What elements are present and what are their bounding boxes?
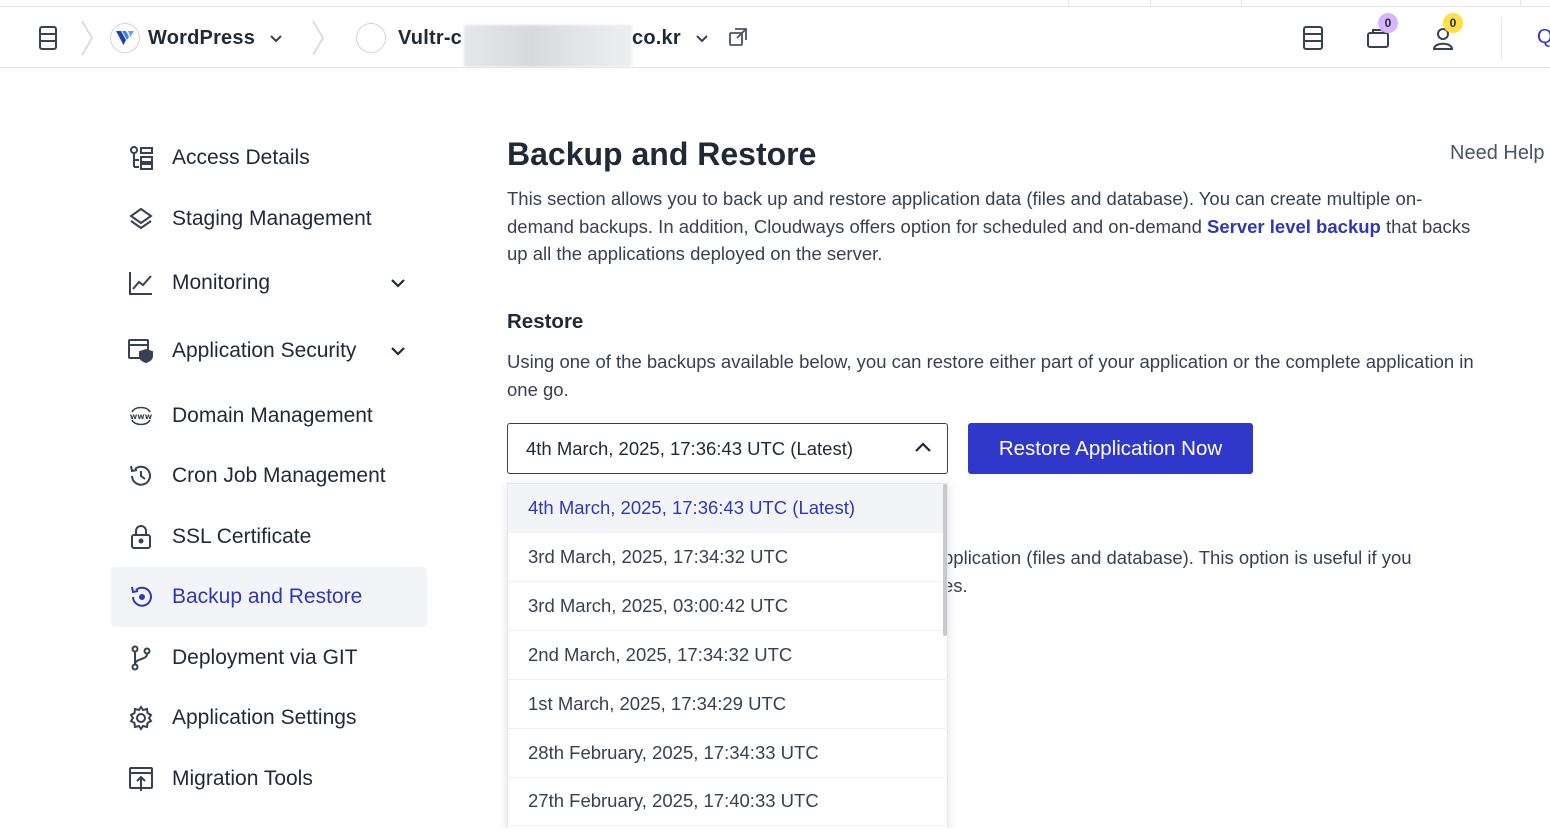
backup-restore-icon bbox=[127, 583, 155, 611]
intro-text: This section allows you to back up and r… bbox=[507, 185, 1482, 268]
sidebar-item-access-details[interactable]: Access Details bbox=[111, 128, 427, 188]
sidebar-item-label: Staging Management bbox=[172, 207, 372, 230]
server-switcher[interactable]: Vultr-c bbox=[356, 22, 462, 54]
need-help-link[interactable]: Need Help bbox=[1450, 142, 1545, 165]
git-branch-icon bbox=[127, 644, 155, 672]
history-clock-icon bbox=[127, 462, 155, 490]
sidebar-item-label: Cron Job Management bbox=[172, 464, 386, 487]
sidebar-item-label: Migration Tools bbox=[172, 767, 313, 790]
migration-upload-icon bbox=[127, 765, 155, 793]
backup-option[interactable]: 28th February, 2025, 17:34:33 UTC bbox=[508, 729, 946, 778]
sidebar-item-application-security[interactable]: Application Security bbox=[111, 321, 427, 381]
right-cutoff-text: Q bbox=[1537, 26, 1550, 48]
backup-option[interactable]: 3rd March, 2025, 17:34:32 UTC bbox=[508, 533, 946, 582]
access-details-icon bbox=[127, 144, 155, 172]
top-bar: WordPress Vultr-c co.kr 0 0 Q bbox=[0, 6, 1550, 68]
external-link-icon[interactable] bbox=[728, 27, 748, 47]
redacted-server-name bbox=[464, 25, 632, 67]
sidebar-item-label: Monitoring bbox=[172, 271, 271, 294]
backup-option[interactable]: 1st March, 2025, 17:34:29 UTC bbox=[508, 680, 946, 729]
backup-option[interactable]: 27th February, 2025, 17:40:33 UTC bbox=[508, 777, 946, 826]
sidebar-item-backup-and-restore[interactable]: Backup and Restore bbox=[111, 567, 427, 627]
chevron-down-icon bbox=[269, 31, 283, 45]
sidebar-item-cron-job-management[interactable]: Cron Job Management bbox=[111, 446, 427, 506]
partially-hidden-line-1: pplication (files and database). This op… bbox=[943, 547, 1412, 568]
projects-count-badge: 0 bbox=[1378, 13, 1398, 33]
gear-icon bbox=[127, 704, 155, 732]
sidebar-item-label: Application Security bbox=[172, 339, 357, 362]
sidebar-item-label: Access Details bbox=[172, 146, 310, 169]
sidebar-item-label: Deployment via GIT bbox=[172, 646, 358, 669]
topbar-divider bbox=[1501, 17, 1502, 59]
server-level-backup-link[interactable]: Server level backup bbox=[1207, 216, 1381, 237]
breadcrumb-separator-icon bbox=[80, 19, 94, 57]
layers-icon bbox=[127, 205, 155, 233]
server-name-prefix: Vultr-c bbox=[398, 26, 462, 49]
shield-window-icon bbox=[127, 337, 155, 365]
chevron-down-icon[interactable] bbox=[389, 274, 407, 292]
chevron-down-icon bbox=[695, 31, 709, 45]
www-globe-icon: www bbox=[127, 402, 155, 430]
sidebar-item-staging-management[interactable]: Staging Management bbox=[111, 189, 427, 249]
bottom-strip bbox=[0, 828, 1550, 834]
app-name: WordPress bbox=[148, 26, 256, 49]
vultr-logo-icon bbox=[110, 23, 140, 53]
backup-select[interactable]: 4th March, 2025, 17:36:43 UTC (Latest) bbox=[507, 423, 948, 474]
restore-description: Using one of the backups available below… bbox=[507, 351, 1474, 400]
dropdown-scrollbar[interactable] bbox=[943, 484, 947, 636]
lock-icon bbox=[127, 523, 155, 551]
team-count-badge: 0 bbox=[1443, 13, 1463, 33]
servers-list-icon[interactable] bbox=[36, 25, 60, 51]
sidebar-item-label: Domain Management bbox=[172, 404, 373, 427]
breadcrumb-separator-icon bbox=[311, 19, 325, 57]
sidebar-item-application-settings[interactable]: Application Settings bbox=[111, 688, 427, 748]
sidebar-item-label: Backup and Restore bbox=[172, 585, 363, 608]
restore-application-now-button[interactable]: Restore Application Now bbox=[968, 423, 1253, 474]
sidebar-item-migration-tools[interactable]: Migration Tools bbox=[111, 749, 427, 809]
app-switcher[interactable]: WordPress bbox=[110, 22, 283, 54]
backup-option[interactable]: 4th March, 2025, 17:36:43 UTC (Latest) bbox=[508, 484, 946, 533]
sidebar-item-label: Application Settings bbox=[172, 706, 357, 729]
server-avatar bbox=[356, 23, 386, 53]
sidebar-item-ssl-certificate[interactable]: SSL Certificate bbox=[111, 507, 427, 567]
svg-text:www: www bbox=[130, 412, 153, 421]
chevron-up-icon bbox=[913, 438, 933, 458]
chart-line-icon bbox=[127, 269, 155, 297]
servers-icon[interactable] bbox=[1302, 25, 1324, 51]
server-name-suffix: co.kr bbox=[632, 26, 681, 49]
backup-dropdown-menu[interactable]: 4th March, 2025, 17:36:43 UTC (Latest) 3… bbox=[507, 483, 948, 834]
backup-option[interactable]: 2nd March, 2025, 17:34:32 UTC bbox=[508, 631, 946, 680]
server-name-end[interactable]: co.kr bbox=[632, 22, 709, 54]
sidebar-item-label: SSL Certificate bbox=[172, 525, 312, 548]
chevron-down-icon[interactable] bbox=[389, 342, 407, 360]
page-title: Backup and Restore bbox=[507, 136, 817, 172]
sidebar-item-deployment-via-git[interactable]: Deployment via GIT bbox=[111, 628, 427, 688]
sidebar-item-domain-management[interactable]: www Domain Management bbox=[111, 386, 427, 446]
restore-section-title: Restore bbox=[507, 310, 584, 333]
backup-select-value: 4th March, 2025, 17:36:43 UTC (Latest) bbox=[526, 437, 854, 459]
backup-option[interactable]: 3rd March, 2025, 03:00:42 UTC bbox=[508, 582, 946, 631]
sidebar-item-monitoring[interactable]: Monitoring bbox=[111, 253, 427, 313]
